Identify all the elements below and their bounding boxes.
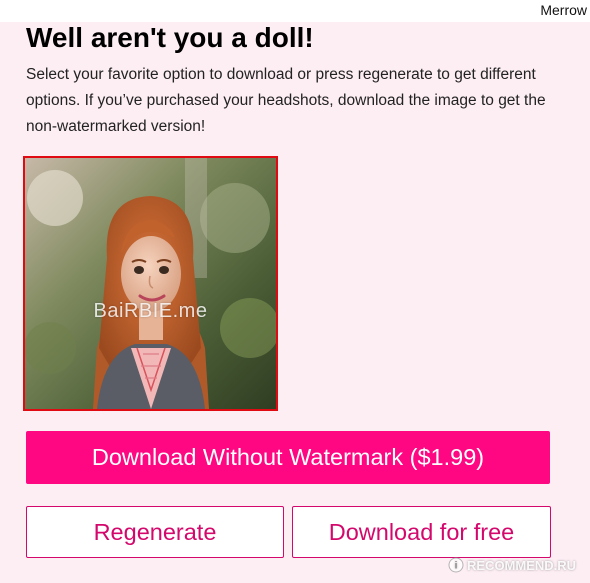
watermark-text: BaiRBIE.me <box>93 300 208 322</box>
instructions-text: Select your favorite option to download … <box>26 66 546 135</box>
user-name[interactable]: Merrow <box>540 2 587 18</box>
page-title: Well aren't you a doll! <box>26 22 314 53</box>
headshot-option-image[interactable]: BaiRBIE.me <box>23 156 278 411</box>
regenerate-button[interactable]: Regenerate <box>26 506 284 558</box>
doll-portrait-illustration <box>25 158 276 409</box>
download-for-free-button[interactable]: Download for free <box>292 506 551 558</box>
site-watermark-text: RECOMMEND.RU <box>467 557 577 573</box>
download-without-watermark-button[interactable]: Download Without Watermark ($1.99) <box>26 431 550 484</box>
site-watermark: i RECOMMEND.RU <box>448 556 576 574</box>
recommend-logo-icon: i <box>448 557 464 573</box>
svg-text:i: i <box>455 561 458 572</box>
top-bar: Merrow <box>0 0 590 22</box>
